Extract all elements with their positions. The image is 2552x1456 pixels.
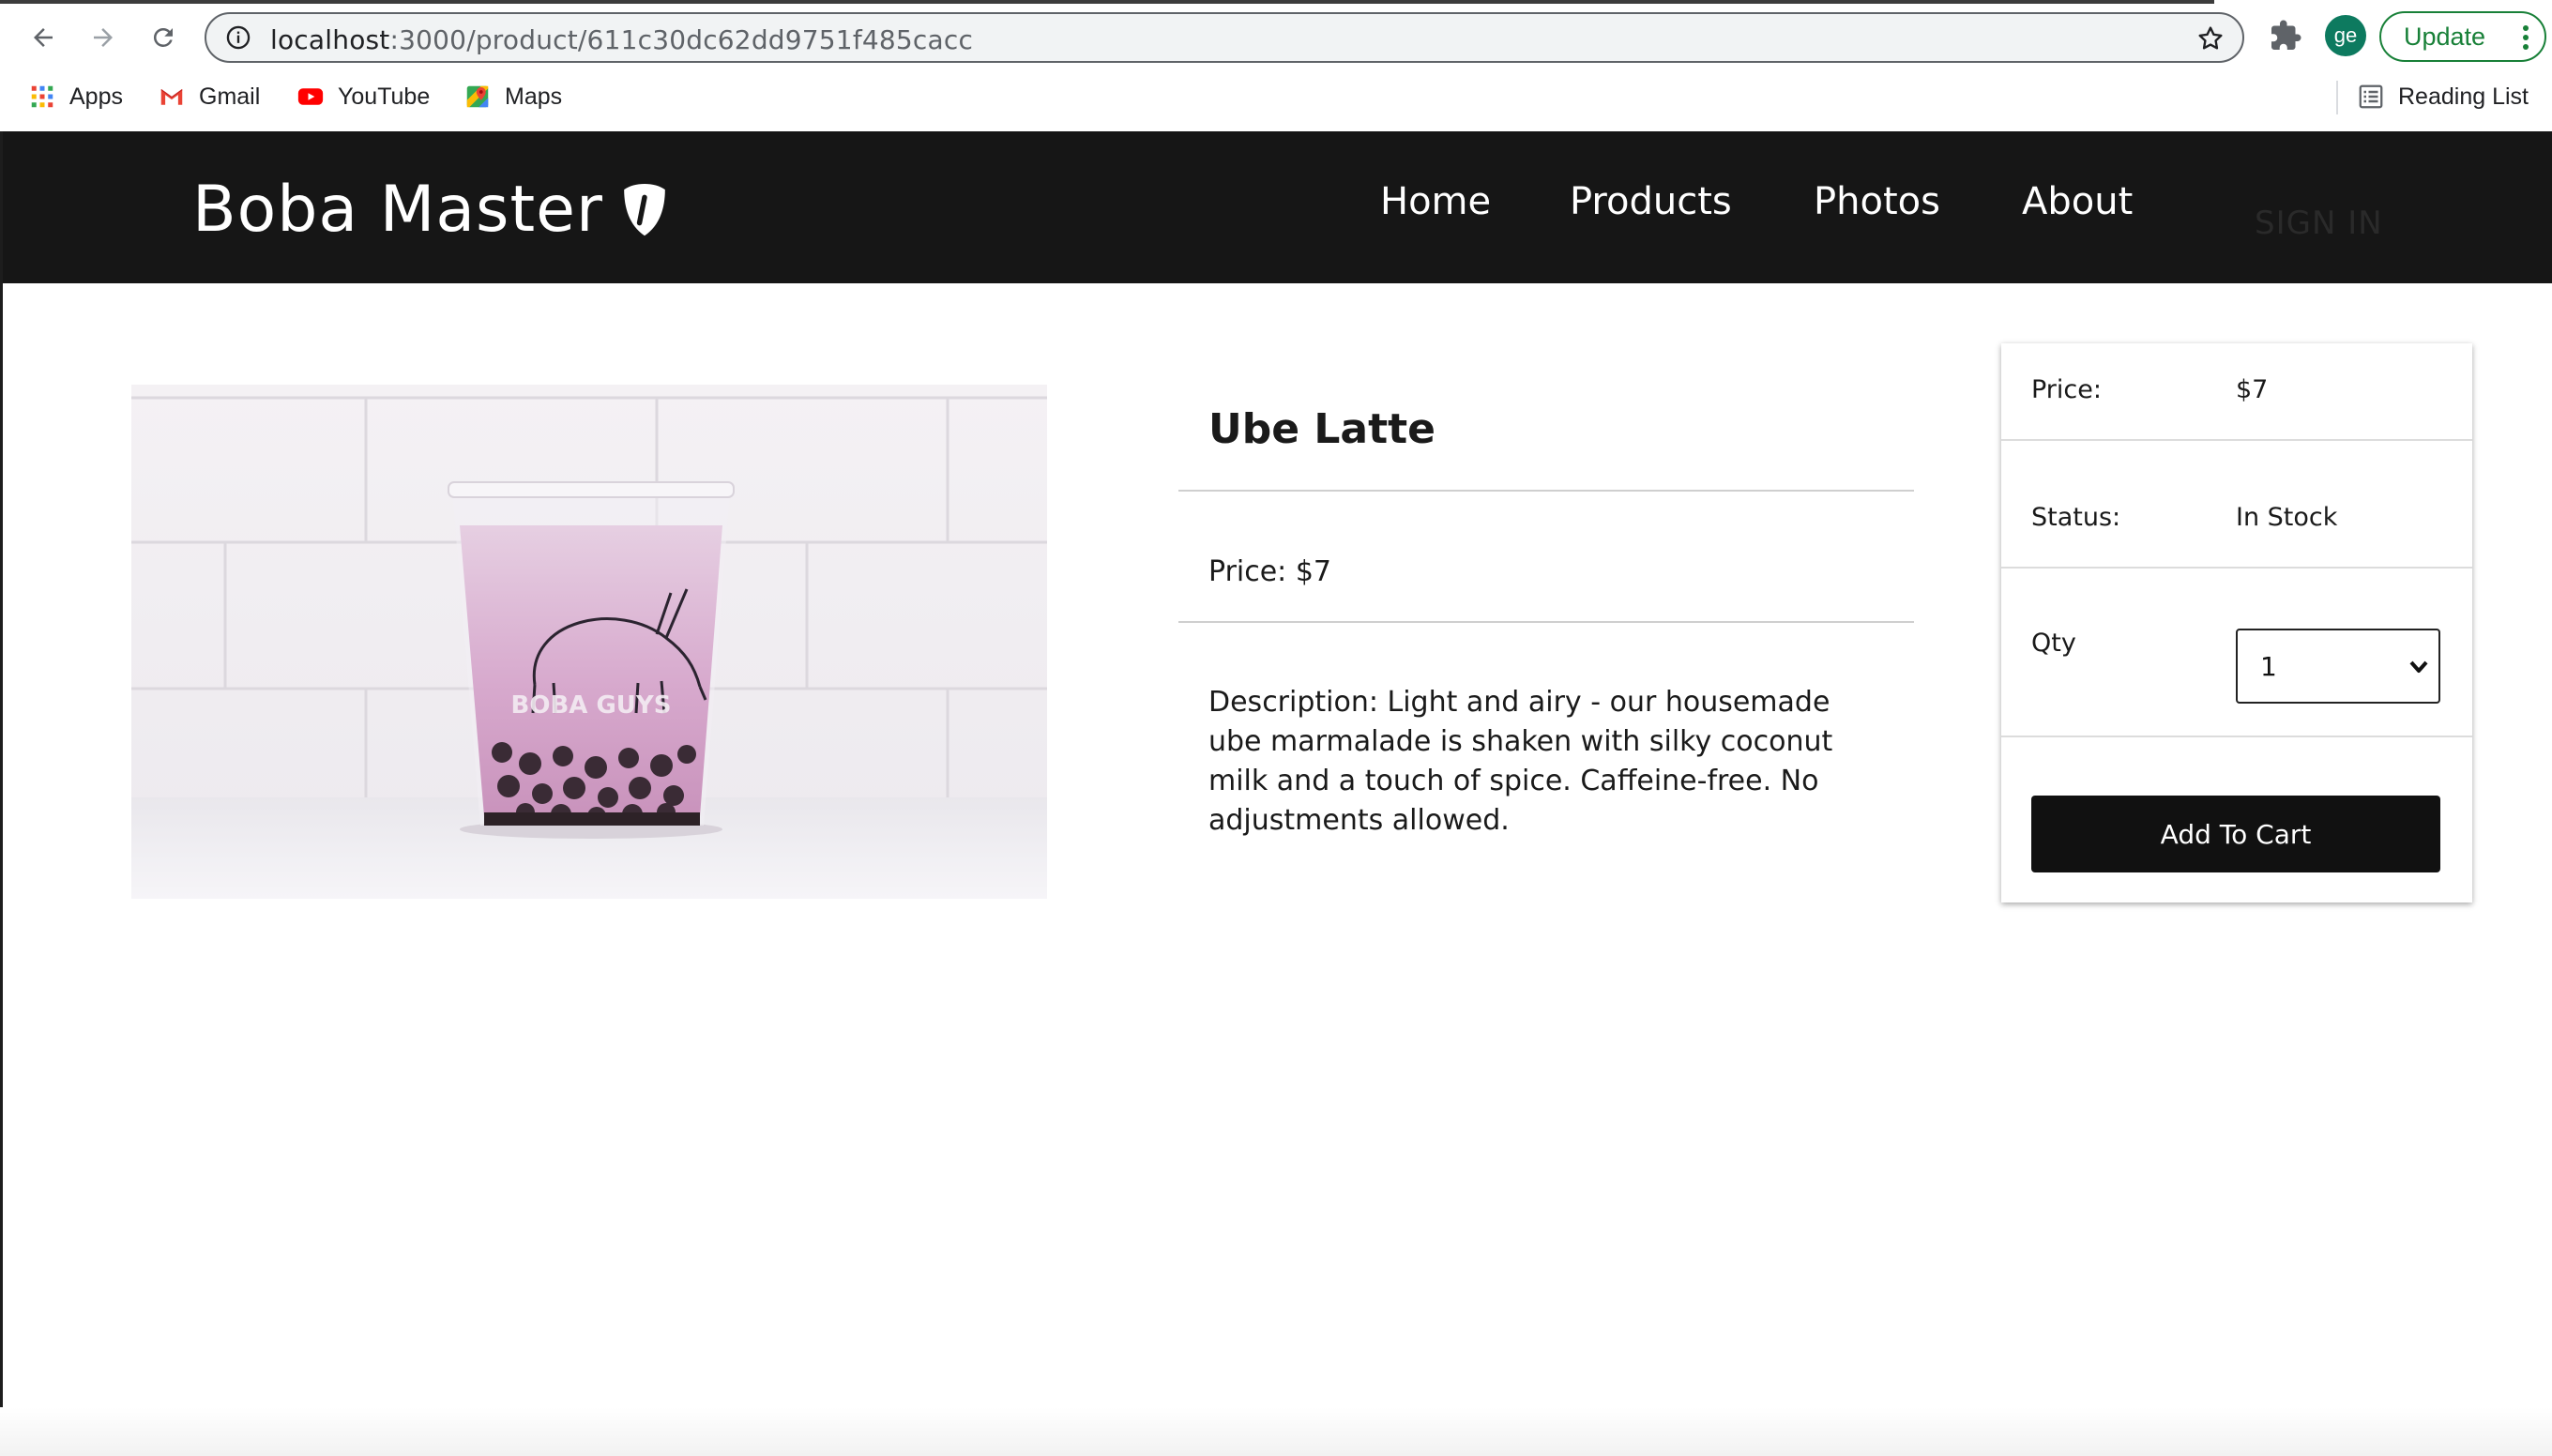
page-bottom bbox=[0, 1407, 2552, 1456]
forward-arrow-icon bbox=[94, 28, 113, 47]
extensions-puzzle-icon[interactable] bbox=[2269, 19, 2302, 53]
card-price-row: Price: $7 bbox=[2001, 343, 2472, 441]
back-button[interactable] bbox=[24, 19, 62, 56]
brand-name: Boba Master bbox=[192, 173, 603, 247]
site-info-icon[interactable] bbox=[225, 24, 251, 51]
browser-chrome: localhost:3000/product/611c30dc62dd9751f… bbox=[0, 0, 2552, 131]
apps-grid-icon bbox=[31, 85, 53, 108]
shield-icon bbox=[624, 183, 665, 235]
bookmarks-bar: Apps Gmail YouTube Maps Reading List bbox=[0, 77, 2552, 118]
url-host: localhost bbox=[270, 24, 390, 55]
update-label: Update bbox=[2404, 22, 2486, 51]
bookmark-label: YouTube bbox=[338, 83, 431, 110]
product-image: BOBA GUYS bbox=[131, 385, 1047, 899]
bookmark-label: Gmail bbox=[199, 83, 261, 110]
divider bbox=[1178, 490, 1914, 492]
address-bar[interactable]: localhost:3000/product/611c30dc62dd9751f… bbox=[205, 12, 2244, 63]
bookmark-separator bbox=[2336, 81, 2338, 114]
add-to-cart-button[interactable]: Add To Cart bbox=[2031, 796, 2440, 872]
status-value: In Stock bbox=[2236, 503, 2338, 532]
bookmark-label: Maps bbox=[505, 83, 563, 110]
divider bbox=[1178, 621, 1914, 623]
maps-icon bbox=[466, 85, 489, 108]
gmail-icon bbox=[160, 88, 183, 105]
forward-button[interactable] bbox=[84, 19, 122, 56]
product-title: Ube Latte bbox=[1208, 405, 1436, 453]
brand-logo[interactable]: Boba Master bbox=[192, 173, 671, 247]
url-text: localhost:3000/product/611c30dc62dd9751f… bbox=[270, 24, 973, 55]
qty-selected-value: 1 bbox=[2260, 650, 2277, 682]
product-price: Price: $7 bbox=[1208, 555, 1332, 588]
bookmark-label: Apps bbox=[69, 83, 123, 110]
card-status-row: Status: In Stock bbox=[2001, 441, 2472, 569]
update-button[interactable]: Update bbox=[2379, 11, 2546, 62]
url-path: :3000/product/611c30dc62dd9751f485cacc bbox=[389, 24, 974, 55]
price-label: Price: bbox=[2031, 375, 2102, 404]
reload-button[interactable] bbox=[144, 19, 182, 56]
reading-list-icon bbox=[2359, 84, 2383, 109]
quantity-select[interactable]: 1 bbox=[2236, 629, 2440, 704]
bookmark-youtube[interactable]: YouTube bbox=[296, 83, 430, 111]
status-label: Status: bbox=[2031, 503, 2121, 532]
bookmark-star-icon[interactable] bbox=[2195, 23, 2225, 53]
window-edge bbox=[0, 131, 3, 1456]
purchase-card: Price: $7 Status: In Stock Qty 1 Add To … bbox=[2001, 343, 2472, 902]
bookmark-apps[interactable]: Apps bbox=[28, 83, 123, 111]
bookmark-gmail[interactable]: Gmail bbox=[158, 83, 260, 111]
cup-logo-text: BOBA GUYS bbox=[511, 691, 672, 720]
nav-photos[interactable]: Photos bbox=[1814, 180, 1940, 223]
qty-label: Qty bbox=[2031, 629, 2076, 658]
reading-list-button[interactable]: Reading List bbox=[2357, 83, 2529, 111]
sign-in-link[interactable]: SIGN IN bbox=[2255, 205, 2383, 242]
tab-strip-edge bbox=[0, 0, 2214, 4]
bookmark-maps[interactable]: Maps bbox=[463, 83, 562, 111]
product-description: Description: Light and airy - our housem… bbox=[1208, 686, 1833, 837]
youtube-icon bbox=[297, 88, 324, 105]
chevron-down-icon bbox=[2409, 660, 2428, 673]
price-value: $7 bbox=[2236, 375, 2269, 404]
nav-home[interactable]: Home bbox=[1380, 180, 1491, 223]
nav-about[interactable]: About bbox=[2022, 180, 2133, 223]
reload-icon bbox=[153, 27, 173, 47]
more-menu-icon bbox=[2523, 25, 2529, 50]
back-arrow-icon bbox=[34, 28, 53, 47]
nav-products[interactable]: Products bbox=[1570, 180, 1732, 223]
ube-latte-photo: BOBA GUYS bbox=[131, 385, 1047, 899]
site-header: Boba Master Home Products Photos About S… bbox=[3, 131, 2552, 283]
profile-avatar[interactable]: ge bbox=[2325, 15, 2366, 56]
reading-list-label: Reading List bbox=[2398, 83, 2529, 110]
